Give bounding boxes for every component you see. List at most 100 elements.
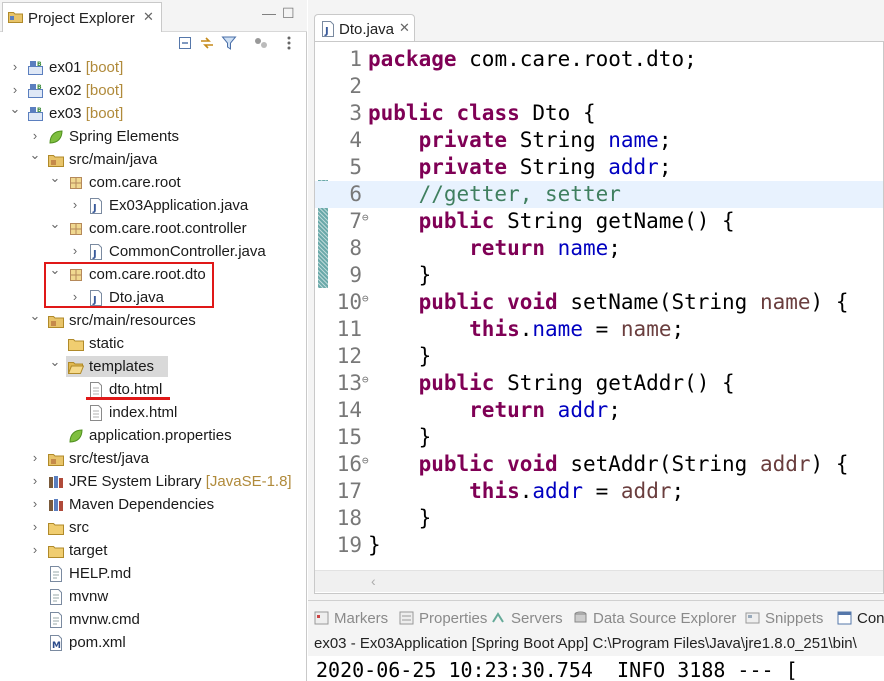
tree-item-src[interactable]: › src xyxy=(0,516,300,539)
java-file-icon: J xyxy=(322,21,334,37)
code-line[interactable]: 9 } xyxy=(315,262,883,289)
tree-item-pkg-root[interactable]: ⌄ com.care.root xyxy=(0,169,300,194)
tab-snippets[interactable]: Snippets xyxy=(745,610,823,630)
code-line[interactable]: 18 } xyxy=(315,505,883,532)
code-line[interactable]: 12 } xyxy=(315,343,883,370)
tree-item-spring-elements[interactable]: › Spring Elements xyxy=(0,125,300,148)
code-text: public void setName(String name) { xyxy=(368,289,849,316)
tree-item-label: mvnw.cmd xyxy=(69,610,140,629)
code-line[interactable]: 3 public class Dto { xyxy=(315,100,883,127)
code-token: } xyxy=(368,506,432,530)
library-icon xyxy=(48,497,64,513)
tab-con[interactable]: Con xyxy=(837,610,884,630)
tree-item-ex03-app[interactable]: › J Ex03Application.java xyxy=(0,194,300,217)
tree-item-maven-deps[interactable]: › Maven Dependencies xyxy=(0,493,300,516)
chevron-right-icon[interactable]: › xyxy=(29,518,41,536)
tree-item-jre-lib[interactable]: › JRE System Library [JavaSE-1.8] xyxy=(0,470,300,493)
keyword-token: return xyxy=(469,398,546,422)
tab-data-source-explorer[interactable]: Data Source Explorer xyxy=(573,610,736,630)
chevron-right-icon[interactable]: › xyxy=(69,242,81,260)
chevron-right-icon[interactable]: › xyxy=(9,58,21,76)
code-token: } xyxy=(368,263,432,287)
tree-item-mvnw-cmd[interactable]: mvnw.cmd xyxy=(0,608,300,631)
tree-item-src-main-resources[interactable]: ⌄ src/main/resources xyxy=(0,307,300,332)
code-token: } xyxy=(368,425,432,449)
code-editor[interactable]: 1 package com.care.root.dto; 2 3 public clas… xyxy=(314,41,884,594)
code-line[interactable]: 16 ⊖ public void setAddr(String addr) { xyxy=(315,451,883,478)
tree-item-target[interactable]: › target xyxy=(0,539,300,562)
tree-item-ex01[interactable]: › Bex01 [boot] xyxy=(0,56,300,79)
code-line[interactable]: 5 private String addr; xyxy=(315,154,883,181)
maximize-icon[interactable]: ☐ xyxy=(282,5,295,22)
tree-item-help-md[interactable]: HELP.md xyxy=(0,562,300,585)
focus-icon[interactable] xyxy=(253,35,269,51)
project-explorer-tab[interactable]: Project Explorer ✕ xyxy=(2,2,162,32)
code-line[interactable]: 7 ⊖ public String getName() { xyxy=(315,208,883,235)
tree-item-name: ex02 xyxy=(49,82,82,99)
code-line[interactable]: 6 //getter, setter xyxy=(315,181,883,208)
tree-item-pom-xml[interactable]: Mpom.xml xyxy=(0,631,300,654)
horizontal-scrollbar[interactable]: ‹ xyxy=(315,570,883,592)
tree-item-app-props[interactable]: application.properties xyxy=(0,424,300,447)
tab-servers[interactable]: Servers xyxy=(491,610,563,630)
bottom-panel: Markers Properties Servers Data Source Expl… xyxy=(308,600,884,681)
chevron-down-icon[interactable]: ⌄ xyxy=(9,100,21,118)
tab-properties[interactable]: Properties xyxy=(399,610,487,630)
filter-icon[interactable] xyxy=(221,35,237,51)
chevron-right-icon[interactable]: › xyxy=(29,449,41,467)
code-token: } xyxy=(368,344,432,368)
chevron-right-icon[interactable]: › xyxy=(29,495,41,513)
close-icon[interactable]: ✕ xyxy=(143,9,154,25)
code-line[interactable]: 1 package com.care.root.dto; xyxy=(315,46,883,73)
tree-item-index-html[interactable]: index.html xyxy=(0,401,300,424)
tree-item-ex03[interactable]: ⌄ Bex03 [boot] xyxy=(0,100,300,125)
tree-item-src-test-java[interactable]: › src/test/java xyxy=(0,447,300,470)
text-file-icon xyxy=(48,612,64,628)
line-number: 18 xyxy=(336,506,362,530)
code-line[interactable]: 17 this.addr = addr; xyxy=(315,478,883,505)
code-line[interactable]: 19} xyxy=(315,532,883,559)
chevron-down-icon[interactable]: ⌄ xyxy=(29,146,41,164)
code-line[interactable]: 8 return name; xyxy=(315,235,883,262)
collapse-all-icon[interactable] xyxy=(177,35,193,51)
tree-item-templates[interactable]: ⌄ templates xyxy=(0,353,300,378)
tree-item-src-main-java[interactable]: ⌄ src/main/java xyxy=(0,146,300,171)
minimize-icon[interactable]: — xyxy=(262,5,276,21)
chevron-down-icon[interactable]: ⌄ xyxy=(49,215,61,233)
code-line[interactable]: 2 xyxy=(315,73,883,100)
tab-markers[interactable]: Markers xyxy=(314,610,388,630)
code-line[interactable]: 4 private String name; xyxy=(315,127,883,154)
chevron-down-icon[interactable]: ⌄ xyxy=(49,169,61,187)
keyword-token: public xyxy=(418,371,495,395)
chevron-right-icon[interactable]: › xyxy=(29,541,41,559)
tree-item-name: com.care.root.controller xyxy=(89,220,247,237)
tree-item-name: mvnw xyxy=(69,588,109,605)
properties-icon xyxy=(399,611,414,625)
code-line[interactable]: 10 ⊖ public void setName(String name) { xyxy=(315,289,883,316)
chevron-down-icon[interactable]: ⌄ xyxy=(49,353,61,371)
chevron-down-icon[interactable]: ⌄ xyxy=(29,307,41,325)
console-output[interactable]: 2020-06-25 10:23:30.754 INFO 3188 --- [ xyxy=(308,656,884,681)
tree-item-static[interactable]: static xyxy=(0,332,300,355)
chevron-right-icon[interactable]: › xyxy=(29,472,41,490)
link-with-editor-icon[interactable] xyxy=(199,35,215,51)
view-menu-icon[interactable] xyxy=(281,35,297,51)
close-icon[interactable]: ✕ xyxy=(399,20,410,36)
code-line[interactable]: 11 this.name = name; xyxy=(315,316,883,343)
tree-item-ex02[interactable]: › Bex02 [boot] xyxy=(0,79,300,102)
code-line[interactable]: 13 ⊖ public String getAddr() { xyxy=(315,370,883,397)
scroll-left-icon[interactable]: ‹ xyxy=(371,573,376,589)
code-token: ) { xyxy=(810,290,849,314)
chevron-right-icon[interactable]: › xyxy=(29,127,41,145)
tree-item-mvnw[interactable]: mvnw xyxy=(0,585,300,608)
code-line[interactable]: 15 } xyxy=(315,424,883,451)
tree-item-pkg-controller[interactable]: ⌄ com.care.root.controller xyxy=(0,215,300,240)
chevron-right-icon[interactable]: › xyxy=(69,196,81,214)
code-line[interactable]: 14 return addr; xyxy=(315,397,883,424)
tree-item-common-controller[interactable]: › J CommonController.java xyxy=(0,240,300,263)
chevron-right-icon[interactable]: › xyxy=(9,81,21,99)
editor-tab-dto-java[interactable]: J Dto.java ✕ xyxy=(314,14,415,42)
keyword-token: private xyxy=(418,128,508,152)
